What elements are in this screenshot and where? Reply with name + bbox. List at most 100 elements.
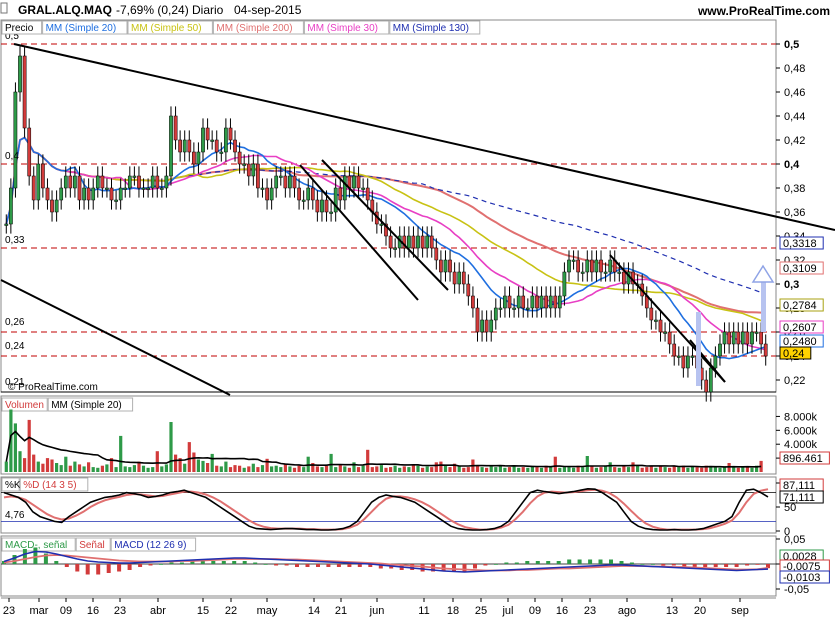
volume-bar	[68, 465, 72, 472]
date-label: 15	[197, 605, 209, 617]
candle-body	[599, 259, 603, 273]
volume-bar	[50, 459, 54, 472]
volume-bar	[480, 467, 484, 472]
legend-label: MM (Simple 20)	[46, 23, 117, 34]
macd-histogram-bar	[640, 564, 645, 565]
candle-body	[713, 355, 718, 369]
price-tick-label: 0,22	[784, 375, 805, 387]
macd-histogram-bar	[671, 564, 676, 566]
candle-body	[525, 307, 530, 310]
volume-bar	[279, 467, 283, 472]
volume-bar	[745, 467, 749, 472]
macd-histogram-bar	[295, 564, 299, 567]
stoch-legend: %K %D (14 3 5)	[1, 477, 89, 492]
macd-histogram-bar	[514, 562, 519, 564]
candle-body	[274, 175, 279, 189]
macd-histogram-bar	[452, 564, 456, 572]
volume-bar	[352, 462, 356, 472]
candle-body	[590, 259, 594, 273]
candle-body	[233, 139, 237, 153]
candle-body	[242, 163, 247, 166]
volume-bar	[4, 461, 8, 472]
macd-tick-label: 0,05	[784, 534, 805, 546]
candle-body	[608, 259, 613, 273]
candle-body	[475, 307, 480, 333]
volume-bar	[416, 465, 420, 472]
macd-histogram-bar	[22, 549, 27, 564]
candle-body	[178, 139, 182, 153]
candle-body	[68, 175, 73, 189]
date-label: 09	[529, 605, 541, 617]
candle-body	[141, 187, 146, 190]
candle-body	[622, 271, 626, 285]
value-tag-text: 87,111	[783, 480, 815, 492]
volume-bar	[164, 464, 168, 472]
volume-bar	[489, 466, 493, 472]
volume-bar	[41, 463, 45, 472]
volume-bar	[430, 467, 434, 472]
legend-label: MM (Simple 50)	[131, 23, 202, 34]
candle-body	[484, 319, 489, 333]
volume-bar	[663, 467, 667, 472]
volume-bar	[494, 467, 498, 472]
candle-body	[306, 187, 311, 201]
macd-histogram-bar	[504, 562, 509, 564]
candle-body	[365, 187, 370, 201]
macd-histogram-bar	[274, 564, 279, 566]
candle-body	[283, 175, 288, 189]
chart-canvas[interactable]: GRAL.ALQ.MAQ -7,69% (0,24) Diario 04-sep…	[0, 0, 835, 620]
legend-label: %K	[5, 480, 21, 491]
candle-body	[434, 247, 439, 261]
candle-body	[310, 187, 315, 201]
candle-body	[301, 199, 306, 202]
macd-histogram-bar	[650, 564, 655, 565]
macd-histogram-bar	[242, 561, 247, 564]
volume-bar	[123, 466, 127, 472]
macd-histogram-bar	[159, 564, 163, 565]
macd-histogram-bar	[347, 564, 352, 567]
candle-body	[658, 319, 663, 333]
volume-bar	[210, 453, 214, 472]
volume-bar	[425, 466, 429, 472]
candle-body	[580, 271, 585, 274]
candle-body	[585, 259, 590, 273]
volume-bar	[503, 467, 507, 472]
macd-histogram-bar	[33, 547, 38, 564]
volume-bar	[384, 467, 388, 472]
macd-histogram-bar	[598, 559, 603, 564]
volume-bar	[160, 466, 164, 472]
macd-histogram-bar	[556, 561, 561, 564]
volume-bar	[183, 463, 187, 472]
candle-body	[411, 235, 416, 249]
candle-body	[22, 55, 27, 129]
stoch-level-label: 4,76	[5, 510, 25, 521]
macd-histogram-bar	[96, 564, 101, 575]
volume-bar	[475, 465, 480, 472]
price-tick-label: 0,46	[784, 87, 805, 99]
volume-bar	[366, 449, 370, 472]
window-icon[interactable]	[0, 2, 8, 14]
macd-histogram-bar	[169, 562, 174, 564]
candle-body	[512, 307, 516, 310]
price-gridlines	[1, 43, 776, 393]
volume-bar	[631, 462, 635, 472]
macd-histogram-bar	[745, 564, 750, 566]
volume-bar	[18, 451, 22, 472]
candle-body	[544, 295, 548, 309]
candle-body	[201, 127, 205, 153]
stochastic-lines: 4,76	[1, 487, 776, 531]
candle-body	[18, 55, 22, 93]
date-label: 23	[114, 605, 126, 617]
volume-bar	[23, 458, 27, 472]
candle-body	[379, 223, 384, 226]
candle-body	[95, 175, 100, 189]
legend-label: Señal	[79, 540, 105, 551]
brand-link[interactable]: www.ProRealTime.com	[697, 4, 830, 18]
volume-bar	[750, 467, 754, 472]
value-tag-text: 0,24	[783, 348, 804, 360]
candle-body	[292, 175, 297, 189]
date-label: 20	[694, 605, 706, 617]
macd-histogram-bar	[357, 564, 362, 567]
candle-body	[539, 295, 544, 309]
macd-histogram-bar	[546, 561, 551, 564]
